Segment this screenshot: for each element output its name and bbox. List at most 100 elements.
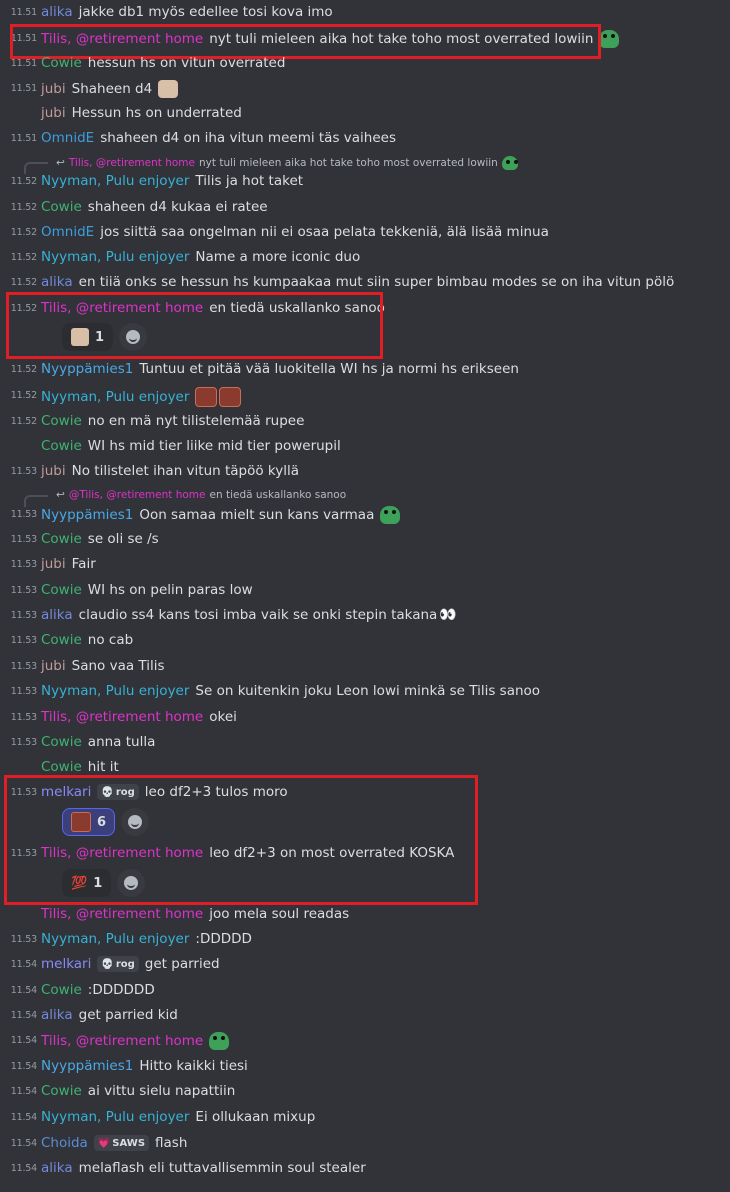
reply-icon: ↩: [56, 157, 65, 169]
author-name[interactable]: Cowie: [41, 531, 82, 547]
message-text: :DDDDD: [195, 931, 252, 947]
author-name[interactable]: jubi: [41, 658, 66, 674]
frog-emoji-icon: [501, 156, 518, 170]
timestamp: 11.54: [10, 1061, 37, 1072]
message-row[interactable]: 11.51 jubi Shaheen d4: [0, 78, 730, 102]
message-row[interactable]: Cowie WI hs mid tier liike mid tier powe…: [0, 436, 730, 460]
message-row[interactable]: 11.54 Cowie ai vittu sielu napattiin: [0, 1081, 730, 1105]
author-name[interactable]: alika: [41, 1007, 73, 1023]
message-row[interactable]: 11.51 Cowie hessun hs on vitun overrated: [0, 53, 730, 77]
message-row[interactable]: 11.51 OmnidE shaheen d4 on iha vitun mee…: [0, 128, 730, 152]
timestamp: 11.52: [10, 277, 37, 288]
message-row[interactable]: 11.52 Cowie no en mä nyt tilistelemää ru…: [0, 411, 730, 435]
timestamp: 11.54: [10, 1086, 37, 1097]
message-row[interactable]: 11.54 alika get parried kid: [0, 1005, 730, 1029]
reply-preview[interactable]: ↩ @Tilis, @retirement home en tiedä uska…: [0, 485, 730, 507]
message-row[interactable]: 11.53 Tilis, @retirement home okei: [0, 707, 730, 731]
message-row[interactable]: 11.54 Nyyppämies1 Hitto kaikki tiesi: [0, 1056, 730, 1080]
heart-icon: 💗: [97, 1137, 111, 1149]
author-name[interactable]: Cowie: [41, 734, 82, 750]
message-row[interactable]: 11.53 Cowie WI hs on pelin paras low: [0, 580, 730, 604]
timestamp: 11.53: [10, 712, 37, 723]
author-name[interactable]: Nyyppämies1: [41, 361, 133, 377]
author-name[interactable]: Tilis, @retirement home: [41, 709, 203, 725]
author-name[interactable]: Cowie: [41, 199, 82, 215]
message-text: :DDDDDD: [87, 982, 155, 998]
message-row[interactable]: 11.54 melkari 💀 rog get parried: [0, 954, 730, 978]
message-row[interactable]: 11.53 jubi Sano vaa Tilis: [0, 656, 730, 680]
author-name[interactable]: Nyyman, Pulu enjoyer: [41, 249, 189, 265]
face-emoji-icon: [158, 80, 179, 98]
message-row[interactable]: 11.54 Cowie :DDDDDD: [0, 980, 730, 1004]
message-row[interactable]: 11.54 Choida 💗 SAWS flash: [0, 1133, 730, 1157]
timestamp: 11.52: [10, 202, 37, 213]
message-row[interactable]: 11.52 Nyyman, Pulu enjoyer: [0, 385, 730, 409]
author-name[interactable]: OmnidE: [41, 130, 94, 146]
message-row[interactable]: 11.54 alika melaflash eli tuttavallisemm…: [0, 1158, 730, 1182]
author-name[interactable]: Nyyman, Pulu enjoyer: [41, 683, 189, 699]
author-name[interactable]: alika: [41, 274, 73, 290]
message-row[interactable]: Tilis, @retirement home joo mela soul re…: [0, 904, 730, 928]
author-name[interactable]: Cowie: [41, 632, 82, 648]
message-row[interactable]: 11.52 Nyyman, Pulu enjoyer Name a more i…: [0, 247, 730, 271]
author-name[interactable]: Cowie: [41, 413, 82, 429]
message-row[interactable]: 11.52 Nyyppämies1 Tuntuu et pitää vää lu…: [0, 359, 730, 383]
message-row[interactable]: 11.53 Nyyman, Pulu enjoyer Se on kuitenk…: [0, 681, 730, 705]
message-row[interactable]: 11.53 jubi No tilistelet ihan vitun täpö…: [0, 461, 730, 485]
author-name[interactable]: Nyyman, Pulu enjoyer: [41, 389, 189, 405]
author-name[interactable]: jubi: [41, 556, 66, 572]
message-row[interactable]: 11.53 alika claudio ss4 kans tosi imba v…: [0, 605, 730, 629]
message-row[interactable]: 11.54 Tilis, @retirement home: [0, 1030, 730, 1054]
author-name[interactable]: alika: [41, 607, 73, 623]
message-text: Shaheen d4: [71, 81, 153, 97]
message-row[interactable]: 11.52 OmnidE jos siittä saa ongelman nii…: [0, 222, 730, 246]
timestamp: 11.53: [10, 686, 37, 697]
timestamp: 11.53: [10, 559, 37, 570]
timestamp: 11.54: [10, 1138, 37, 1149]
author-name[interactable]: Nyyman, Pulu enjoyer: [41, 1109, 189, 1125]
timestamp: 11.54: [10, 959, 37, 970]
message-row[interactable]: 11.53 Cowie anna tulla: [0, 732, 730, 756]
message-text: get parried kid: [78, 1007, 178, 1023]
message-text: ai vittu sielu napattiin: [87, 1083, 236, 1099]
message-row[interactable]: jubi Hessun hs on underrated: [0, 103, 730, 127]
reply-author: @Tilis, @retirement home: [68, 489, 206, 501]
message-row[interactable]: 11.53 Cowie se oli se /s: [0, 529, 730, 553]
author-name[interactable]: Nyyman, Pulu enjoyer: [41, 931, 189, 947]
author-name[interactable]: Nyyman, Pulu enjoyer: [41, 173, 189, 189]
author-name[interactable]: Cowie: [41, 982, 82, 998]
author-name[interactable]: Nyyppämies1: [41, 507, 133, 523]
author-name[interactable]: jubi: [41, 81, 66, 97]
timestamp: 11.52: [10, 416, 37, 427]
reply-preview[interactable]: ↩ Tilis, @retirement home nyt tuli miele…: [0, 152, 730, 174]
author-name[interactable]: alika: [41, 1160, 73, 1176]
author-name[interactable]: Tilis, @retirement home: [41, 906, 203, 922]
message-row[interactable]: 11.53 Nyyppämies1 Oon samaa mielt sun ka…: [0, 504, 730, 528]
message-row[interactable]: 11.53 Nyyman, Pulu enjoyer :DDDDD: [0, 929, 730, 953]
author-name[interactable]: Cowie: [41, 759, 82, 775]
author-name[interactable]: Nyyppämies1: [41, 1058, 133, 1074]
author-name[interactable]: jubi: [41, 463, 66, 479]
message-text: en tiiä onks se hessun hs kumpaakaa mut …: [78, 274, 675, 290]
author-name[interactable]: Tilis, @retirement home: [41, 1033, 203, 1049]
author-name[interactable]: Cowie: [41, 438, 82, 454]
author-name[interactable]: Cowie: [41, 55, 82, 71]
message-row[interactable]: 11.54 Nyyman, Pulu enjoyer Ei ollukaan m…: [0, 1107, 730, 1131]
message-text: Oon samaa mielt sun kans varmaa: [139, 507, 375, 523]
eyes-emoji-icon: 👀: [439, 607, 457, 623]
message-row[interactable]: 11.52 Cowie shaheen d4 kukaa ei ratee: [0, 197, 730, 221]
message-row[interactable]: 11.53 Cowie no cab: [0, 630, 730, 654]
author-name[interactable]: melkari: [41, 956, 91, 972]
message-text: Hessun hs on underrated: [71, 105, 242, 121]
message-row[interactable]: 11.52 Nyyman, Pulu enjoyer Tilis ja hot …: [0, 171, 730, 195]
message-row[interactable]: 11.51 alika jakke db1 myös edellee tosi …: [0, 2, 730, 26]
message-text: Tuntuu et pitää vää luokitella WI hs ja …: [139, 361, 519, 377]
timestamp: 11.53: [10, 509, 37, 520]
author-name[interactable]: Choida: [41, 1135, 88, 1151]
author-name[interactable]: Cowie: [41, 1083, 82, 1099]
author-name[interactable]: jubi: [41, 105, 66, 121]
author-name[interactable]: alika: [41, 4, 73, 20]
author-name[interactable]: OmnidE: [41, 224, 94, 240]
author-name[interactable]: Cowie: [41, 582, 82, 598]
message-row[interactable]: 11.53 jubi Fair: [0, 554, 730, 578]
